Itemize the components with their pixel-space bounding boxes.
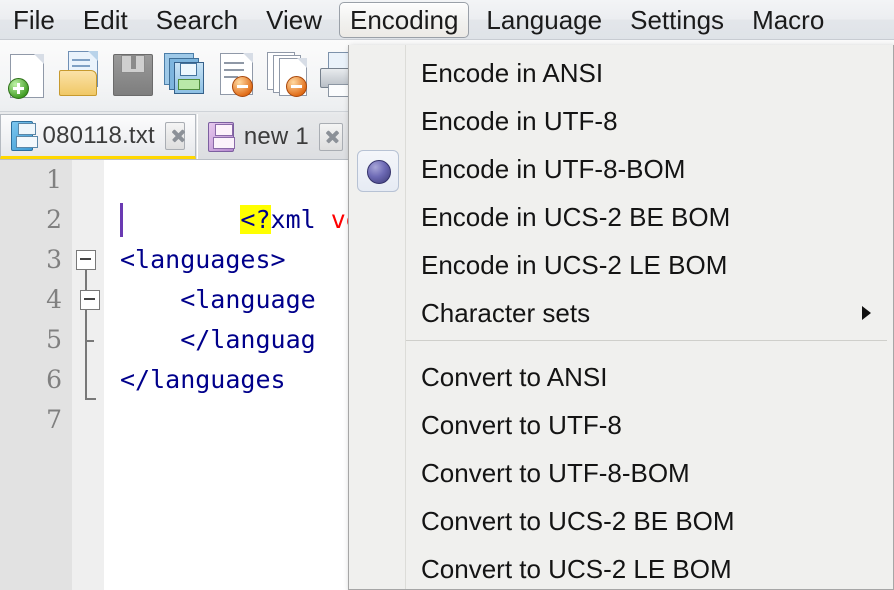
code-line-4: <language — [120, 285, 316, 314]
line-number: 3 — [46, 245, 62, 274]
floppy-pink-icon — [208, 121, 235, 152]
line-number: 6 — [46, 365, 62, 394]
tab-label: 080118.txt — [42, 121, 155, 149]
text-caret — [120, 203, 123, 237]
menu-item-encode-in-ucs2-be-bom[interactable]: Encode in UCS-2 BE BOM — [406, 193, 893, 241]
menu-item-convert-to-ucs2-be-bom[interactable]: Convert to UCS-2 BE BOM — [406, 497, 893, 545]
code-line-6: </languages — [120, 365, 286, 394]
menu-item-label: Convert to UTF-8-BOM — [421, 457, 690, 488]
chevron-right-icon — [862, 306, 871, 320]
line-number: 4 — [46, 285, 62, 314]
menu-macro[interactable]: Macro — [741, 2, 835, 38]
menu-encoding[interactable]: Encoding — [339, 1, 470, 38]
menu-item-label: Convert to UCS-2 BE BOM — [421, 505, 735, 536]
fold-branch — [85, 340, 94, 342]
menu-item-convert-to-ucs2-le-bom[interactable]: Convert to UCS-2 LE BOM — [406, 545, 893, 590]
menu-view[interactable]: View — [255, 2, 333, 38]
menu-item-label: Convert to UCS-2 LE BOM — [421, 553, 732, 584]
tab-close-icon[interactable] — [164, 121, 185, 150]
fold-toggle-line3[interactable] — [76, 250, 96, 270]
menu-item-encode-in-ucs2-le-bom[interactable]: Encode in UCS-2 LE BOM — [406, 241, 893, 289]
menu-item-encode-in-ansi[interactable]: Encode in ANSI — [406, 49, 893, 97]
bracket-match-highlight: <? — [240, 205, 271, 234]
tab-new-1[interactable]: new 1 — [197, 114, 353, 159]
menu-item-encode-in-utf8[interactable]: Encode in UTF-8 — [406, 97, 893, 145]
open-folder-icon — [54, 48, 106, 102]
toolbar-close-all-button[interactable] — [262, 48, 314, 102]
radio-dot-icon — [367, 160, 391, 184]
fold-toggle-line4[interactable] — [80, 290, 100, 310]
tab-label: new 1 — [243, 122, 309, 150]
fold-end — [85, 398, 96, 400]
save-all-icon — [158, 48, 210, 102]
menu-file[interactable]: File — [2, 2, 66, 38]
tab-080118-txt[interactable]: 080118.txt — [0, 114, 196, 159]
menu-language[interactable]: Language — [475, 2, 613, 38]
notepadpp-window: File Edit Search View Encoding Language … — [0, 0, 894, 590]
menu-item-label: Convert to ANSI — [421, 361, 608, 392]
line-number-gutter: 1 2 3 4 5 6 7 — [0, 160, 72, 590]
line-number: 1 — [46, 165, 62, 194]
menu-icon-gutter — [349, 45, 406, 589]
menu-edit[interactable]: Edit — [72, 2, 139, 38]
menu-item-convert-to-utf8[interactable]: Convert to UTF-8 — [406, 401, 893, 449]
line-number: 7 — [46, 405, 62, 434]
toolbar-save-all-button[interactable] — [158, 48, 210, 102]
menu-item-label: Convert to UTF-8 — [421, 409, 622, 440]
toolbar-open-file-button[interactable] — [54, 48, 106, 102]
menu-item-convert-to-ansi[interactable]: Convert to ANSI — [406, 353, 893, 401]
tab-close-icon[interactable] — [318, 122, 343, 151]
menu-settings[interactable]: Settings — [619, 2, 735, 38]
toolbar-save-file-button[interactable] — [106, 48, 158, 102]
selected-encoding-radio[interactable] — [357, 150, 399, 192]
code-line-5: </languag — [120, 325, 316, 354]
fold-guide — [85, 310, 87, 400]
menu-item-character-sets[interactable]: Character sets — [406, 289, 893, 337]
menu-separator — [406, 340, 887, 341]
toolbar-close-file-button[interactable] — [210, 48, 262, 102]
menu-bar: File Edit Search View Encoding Language … — [0, 0, 894, 40]
floppy-blue-icon — [11, 120, 38, 151]
line-number: 5 — [46, 325, 62, 354]
toolbar-new-file-button[interactable] — [2, 48, 54, 102]
code-folding-column[interactable] — [72, 160, 104, 590]
menu-item-convert-to-utf8-bom[interactable]: Convert to UTF-8-BOM — [406, 449, 893, 497]
line-number: 2 — [46, 205, 62, 234]
encoding-dropdown-menu: Encode in ANSI Encode in UTF-8 Encode in… — [348, 45, 894, 590]
menu-item-label: Encode in UCS-2 LE BOM — [421, 249, 728, 280]
floppy-disk-icon — [106, 48, 158, 102]
close-document-icon — [210, 48, 262, 102]
menu-item-label: Encode in UCS-2 BE BOM — [421, 201, 731, 232]
menu-item-encode-in-utf8-bom[interactable]: Encode in UTF-8-BOM — [406, 145, 893, 193]
menu-item-label: Encode in UTF-8 — [421, 105, 618, 136]
menu-item-label: Encode in ANSI — [421, 57, 604, 88]
new-document-icon — [2, 48, 54, 102]
close-all-documents-icon — [262, 48, 314, 102]
menu-item-label: Character sets — [421, 297, 591, 328]
menu-item-label: Encode in UTF-8-BOM — [421, 153, 686, 184]
code-line-3: <languages> — [120, 245, 286, 274]
menu-search[interactable]: Search — [145, 2, 249, 38]
